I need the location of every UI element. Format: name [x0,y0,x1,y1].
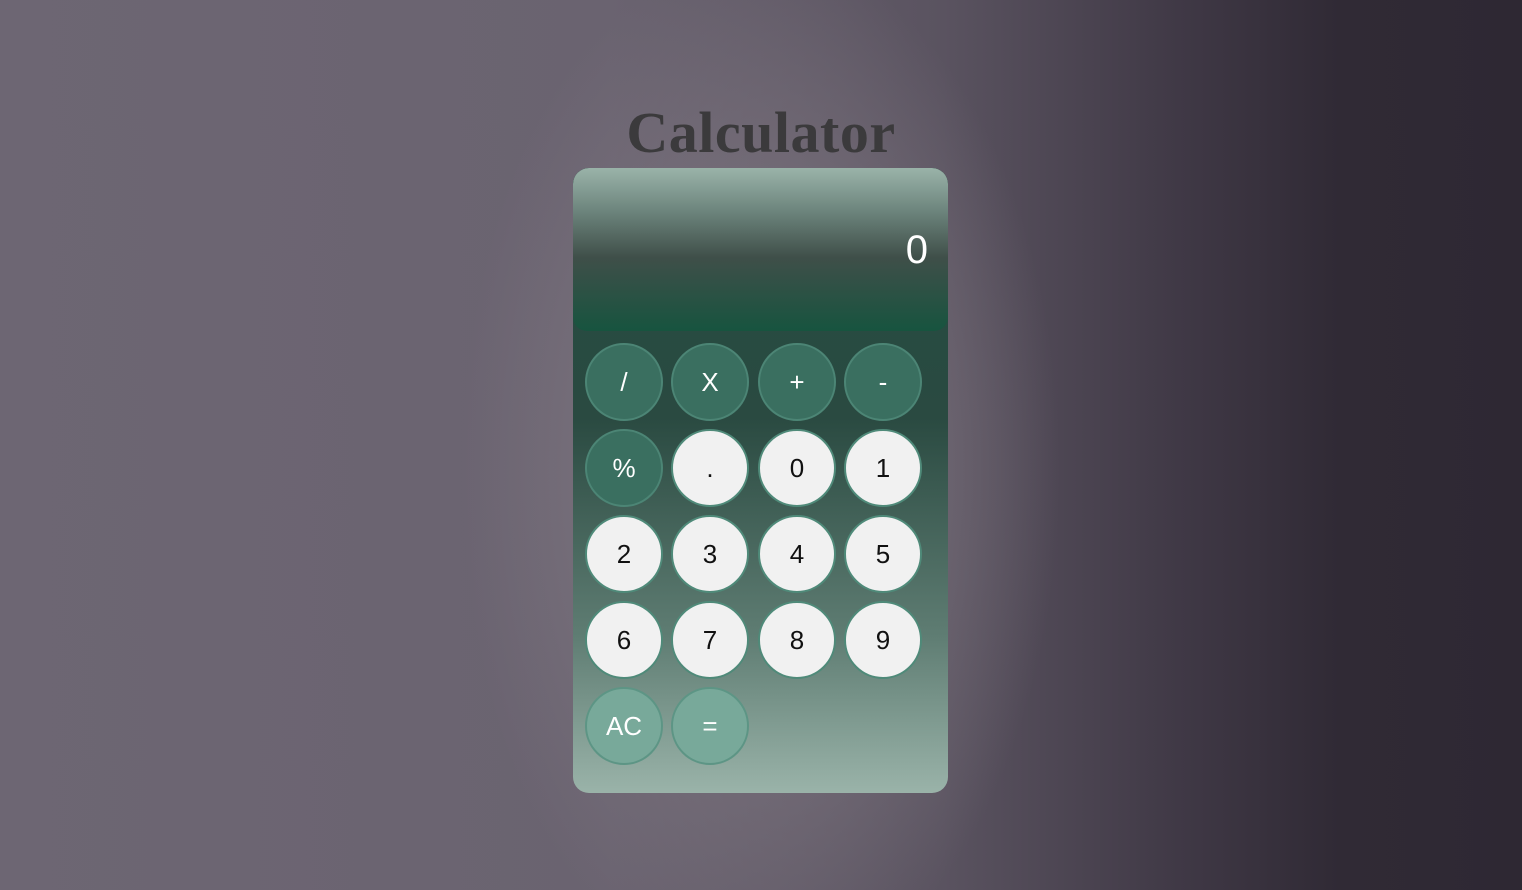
digit-8-button[interactable]: 8 [758,601,836,679]
calculator: 0 / X + - % . 0 1 2 3 4 5 6 7 8 9 AC = [573,168,948,793]
divide-button[interactable]: / [585,343,663,421]
digit-5-button[interactable]: 5 [844,515,922,593]
decimal-button[interactable]: . [671,429,749,507]
digit-1-button[interactable]: 1 [844,429,922,507]
digit-3-button[interactable]: 3 [671,515,749,593]
page-title: Calculator [626,100,896,165]
digit-9-button[interactable]: 9 [844,601,922,679]
equals-button[interactable]: = [671,687,749,765]
clear-button[interactable]: AC [585,687,663,765]
percent-button[interactable]: % [585,429,663,507]
add-button[interactable]: + [758,343,836,421]
digit-7-button[interactable]: 7 [671,601,749,679]
multiply-button[interactable]: X [671,343,749,421]
digit-0-button[interactable]: 0 [758,429,836,507]
digit-6-button[interactable]: 6 [585,601,663,679]
digit-4-button[interactable]: 4 [758,515,836,593]
digit-2-button[interactable]: 2 [585,515,663,593]
subtract-button[interactable]: - [844,343,922,421]
display-value: 0 [905,228,928,272]
calculator-display: 0 [573,168,948,331]
